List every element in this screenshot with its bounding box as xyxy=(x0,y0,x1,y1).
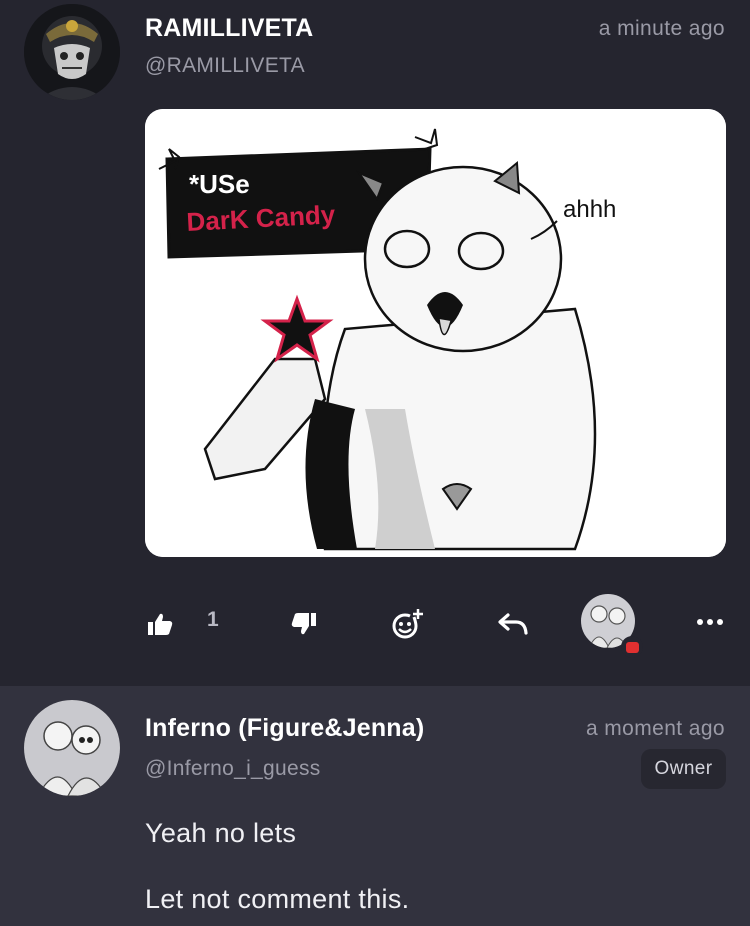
author-avatar[interactable] xyxy=(24,4,120,100)
thumbs-up-icon xyxy=(148,613,173,635)
chat-bubble-icon xyxy=(625,641,639,653)
author-handle: @RAMILLIVETA xyxy=(145,54,305,77)
caption-use: *USe xyxy=(189,169,250,199)
more-options-button[interactable] xyxy=(692,608,728,636)
author-name[interactable]: RAMILLIVETA xyxy=(145,14,313,43)
reply-author-avatar[interactable] xyxy=(24,700,120,796)
post-timestamp: a minute ago xyxy=(598,17,725,40)
dislike-button[interactable] xyxy=(288,610,320,638)
like-count: 1 xyxy=(207,608,219,631)
reply-line-1: Yeah no lets xyxy=(145,818,297,848)
post-card: RAMILLIVETA @RAMILLIVETA a minute ago *U… xyxy=(0,0,750,686)
thumbs-down-icon xyxy=(291,613,316,635)
owner-badge: Owner xyxy=(641,749,726,789)
like-button[interactable] xyxy=(144,610,176,638)
add-reaction-icon xyxy=(392,609,423,639)
reply-author-name[interactable]: Inferno (Figure&Jenna) xyxy=(145,714,424,743)
reply-card: Inferno (Figure&Jenna) @Inferno_i_guess … xyxy=(0,686,750,926)
notification-badge xyxy=(621,636,643,658)
post-image[interactable]: *USe DarK Candy ahhh xyxy=(145,109,726,557)
reply-timestamp: a moment ago xyxy=(585,717,725,740)
reply-arrow-icon xyxy=(498,613,528,635)
reply-author-handle: @Inferno_i_guess xyxy=(145,757,321,780)
more-dots-icon xyxy=(697,619,723,625)
speech-ahhh: ahhh xyxy=(563,196,616,223)
add-reaction-button[interactable] xyxy=(388,606,426,642)
reply-button[interactable] xyxy=(496,610,530,638)
reply-line-2: Let not comment this. xyxy=(145,884,410,914)
